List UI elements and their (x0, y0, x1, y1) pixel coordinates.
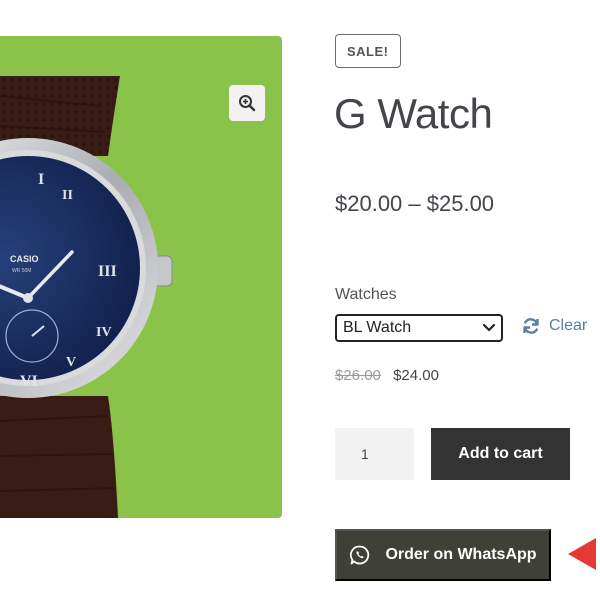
svg-text:V: V (66, 355, 76, 370)
clear-variations-link[interactable]: Clear (521, 314, 587, 338)
product-title: G Watch (334, 90, 493, 137)
whatsapp-icon (350, 545, 370, 565)
zoom-in-icon (239, 95, 256, 112)
order-on-whatsapp-button[interactable]: Order on WhatsApp (335, 529, 551, 581)
variation-selected-value: BL Watch (343, 319, 412, 336)
quantity-input[interactable]: 1 (335, 428, 414, 480)
svg-text:I: I (38, 171, 44, 188)
sale-badge: SALE! (335, 34, 401, 68)
chevron-down-icon (482, 321, 496, 335)
clear-label: Clear (549, 317, 588, 334)
variation-price: $26.00 $24.00 (335, 367, 439, 384)
svg-text:II: II (62, 188, 73, 203)
variation-label: Watches (335, 286, 397, 303)
product-gallery[interactable]: I II III IV V VI CASIO WR 50M (0, 36, 282, 518)
svg-text:CASIO: CASIO (10, 254, 39, 264)
whatsapp-label: Order on WhatsApp (385, 546, 537, 563)
svg-text:WR 50M: WR 50M (12, 268, 31, 274)
svg-text:III: III (98, 263, 117, 280)
old-price: $26.00 (335, 367, 381, 384)
variation-select[interactable]: BL Watch (335, 314, 503, 342)
price-range: $20.00 – $25.00 (335, 191, 495, 216)
svg-text:VI: VI (20, 373, 38, 390)
zoom-button[interactable] (229, 85, 265, 121)
sale-price: $24.00 (393, 367, 439, 384)
arrow-annotation-icon (568, 538, 596, 570)
add-to-cart-button[interactable]: Add to cart (431, 428, 570, 480)
svg-text:IV: IV (96, 325, 112, 340)
refresh-icon (523, 318, 539, 334)
